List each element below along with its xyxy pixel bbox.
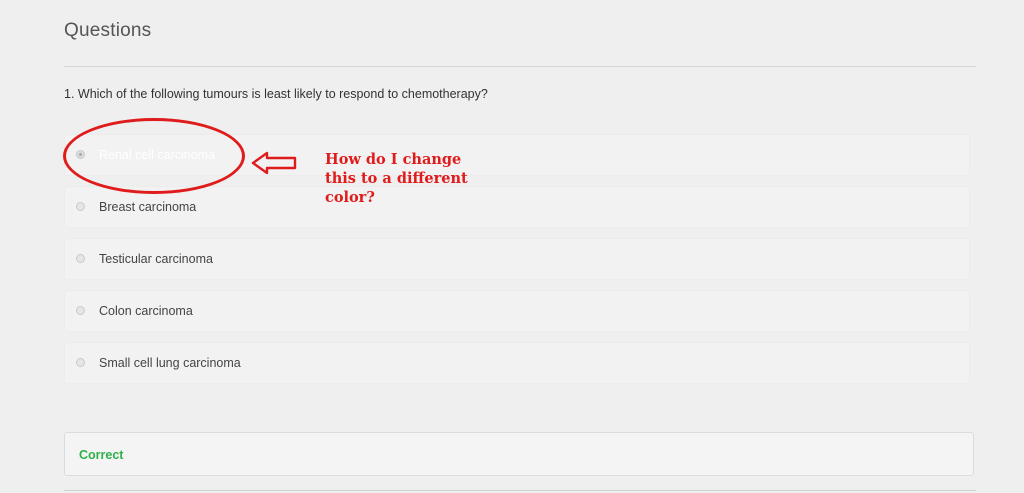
title-divider xyxy=(64,66,976,67)
option-label: Testicular carcinoma xyxy=(99,252,213,266)
annotation-line: this to a different xyxy=(325,170,468,187)
bottom-divider xyxy=(64,490,976,491)
radio-button[interactable] xyxy=(76,306,85,315)
annotation-note: How do I change this to a different colo… xyxy=(325,150,495,207)
answer-options: Renal cell carcinoma Breast carcinoma Te… xyxy=(64,134,970,394)
option-label: Renal cell carcinoma xyxy=(99,148,216,162)
question-text: 1. Which of the following tumours is lea… xyxy=(64,87,488,101)
option-label: Small cell lung carcinoma xyxy=(99,356,241,370)
option-testicular-carcinoma[interactable]: Testicular carcinoma xyxy=(64,238,970,280)
quiz-page: Questions 1. Which of the following tumo… xyxy=(0,0,1024,493)
radio-button[interactable] xyxy=(76,358,85,367)
section-title: Questions xyxy=(64,20,152,41)
radio-button[interactable] xyxy=(76,254,85,263)
annotation-line: How do I change xyxy=(325,151,462,168)
option-label: Breast carcinoma xyxy=(99,200,197,214)
feedback-box: Correct xyxy=(64,432,974,476)
option-breast-carcinoma[interactable]: Breast carcinoma xyxy=(64,186,970,228)
option-colon-carcinoma[interactable]: Colon carcinoma xyxy=(64,290,970,332)
option-label: Colon carcinoma xyxy=(99,304,193,318)
option-small-cell-lung-carcinoma[interactable]: Small cell lung carcinoma xyxy=(64,342,970,384)
radio-button[interactable] xyxy=(76,202,85,211)
radio-button[interactable] xyxy=(76,150,85,159)
feedback-text: Correct xyxy=(79,448,124,462)
annotation-line: color? xyxy=(325,189,375,206)
option-renal-cell-carcinoma[interactable]: Renal cell carcinoma xyxy=(64,134,970,176)
